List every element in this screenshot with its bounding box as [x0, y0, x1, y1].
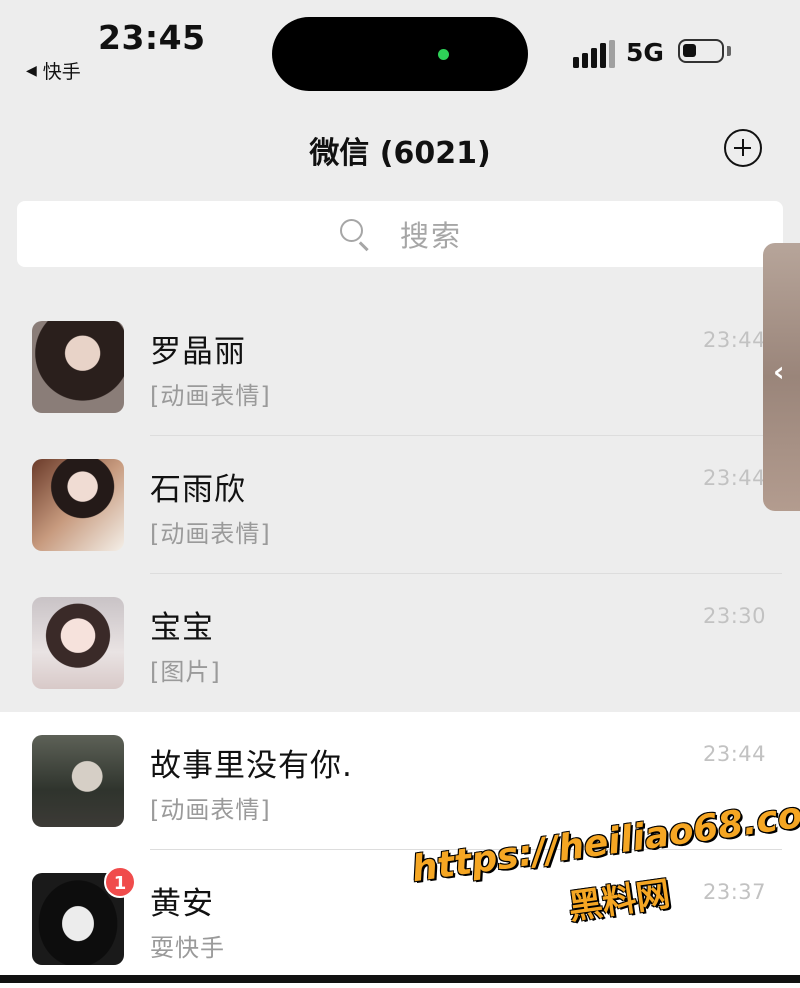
- chat-time: 23:44: [702, 466, 766, 490]
- chat-name: 宝宝: [150, 610, 214, 646]
- chat-item[interactable]: 罗晶丽 [动画表情] 23:44: [0, 298, 800, 436]
- search-placeholder: 搜索: [399, 219, 462, 253]
- back-to-app-button[interactable]: ◀ 快手: [26, 57, 81, 84]
- chat-time: 23:44: [702, 742, 766, 766]
- chat-name: 故事里没有你.: [150, 748, 353, 784]
- avatar[interactable]: [32, 597, 124, 689]
- search-bar[interactable]: 搜索: [17, 201, 783, 267]
- chat-name: 罗晶丽: [150, 334, 246, 370]
- chat-time: 23:44: [702, 328, 766, 352]
- bottom-edge: [0, 975, 800, 983]
- chat-time: 23:30: [702, 604, 766, 628]
- back-triangle-icon: ◀: [26, 62, 37, 79]
- status-bar: 23:45 ◀ 快手 5G: [0, 0, 800, 100]
- battery-cap: [727, 46, 731, 56]
- chat-preview: [动画表情]: [150, 520, 271, 548]
- chat-item[interactable]: 石雨欣 [动画表情] 23:44: [0, 436, 800, 574]
- avatar[interactable]: [32, 459, 124, 551]
- back-app-label: 快手: [42, 61, 81, 83]
- chat-item[interactable]: 宝宝 [图片] 23:30: [0, 574, 800, 712]
- network-type: 5G: [626, 38, 664, 67]
- search-icon: [338, 217, 372, 251]
- chevron-left-icon: ‹: [773, 355, 785, 388]
- floating-window-handle[interactable]: ‹: [763, 243, 800, 511]
- status-time: 23:45: [98, 18, 206, 57]
- chat-preview: [动画表情]: [150, 382, 271, 410]
- chat-preview: [图片]: [150, 658, 221, 686]
- chat-name: 石雨欣: [150, 472, 246, 508]
- dynamic-island: [272, 17, 528, 91]
- unread-badge: 1: [104, 866, 136, 898]
- avatar[interactable]: [32, 321, 124, 413]
- chat-preview: 耍快手: [150, 934, 225, 962]
- avatar[interactable]: [32, 735, 124, 827]
- chat-name: 黄安: [150, 886, 214, 922]
- chat-preview: [动画表情]: [150, 796, 271, 824]
- cellular-signal-icon: [573, 40, 615, 68]
- camera-indicator-icon: [438, 49, 449, 60]
- add-plus-icon[interactable]: [724, 129, 762, 167]
- page-title: 微信 (6021): [309, 136, 491, 171]
- battery-icon: [678, 39, 724, 63]
